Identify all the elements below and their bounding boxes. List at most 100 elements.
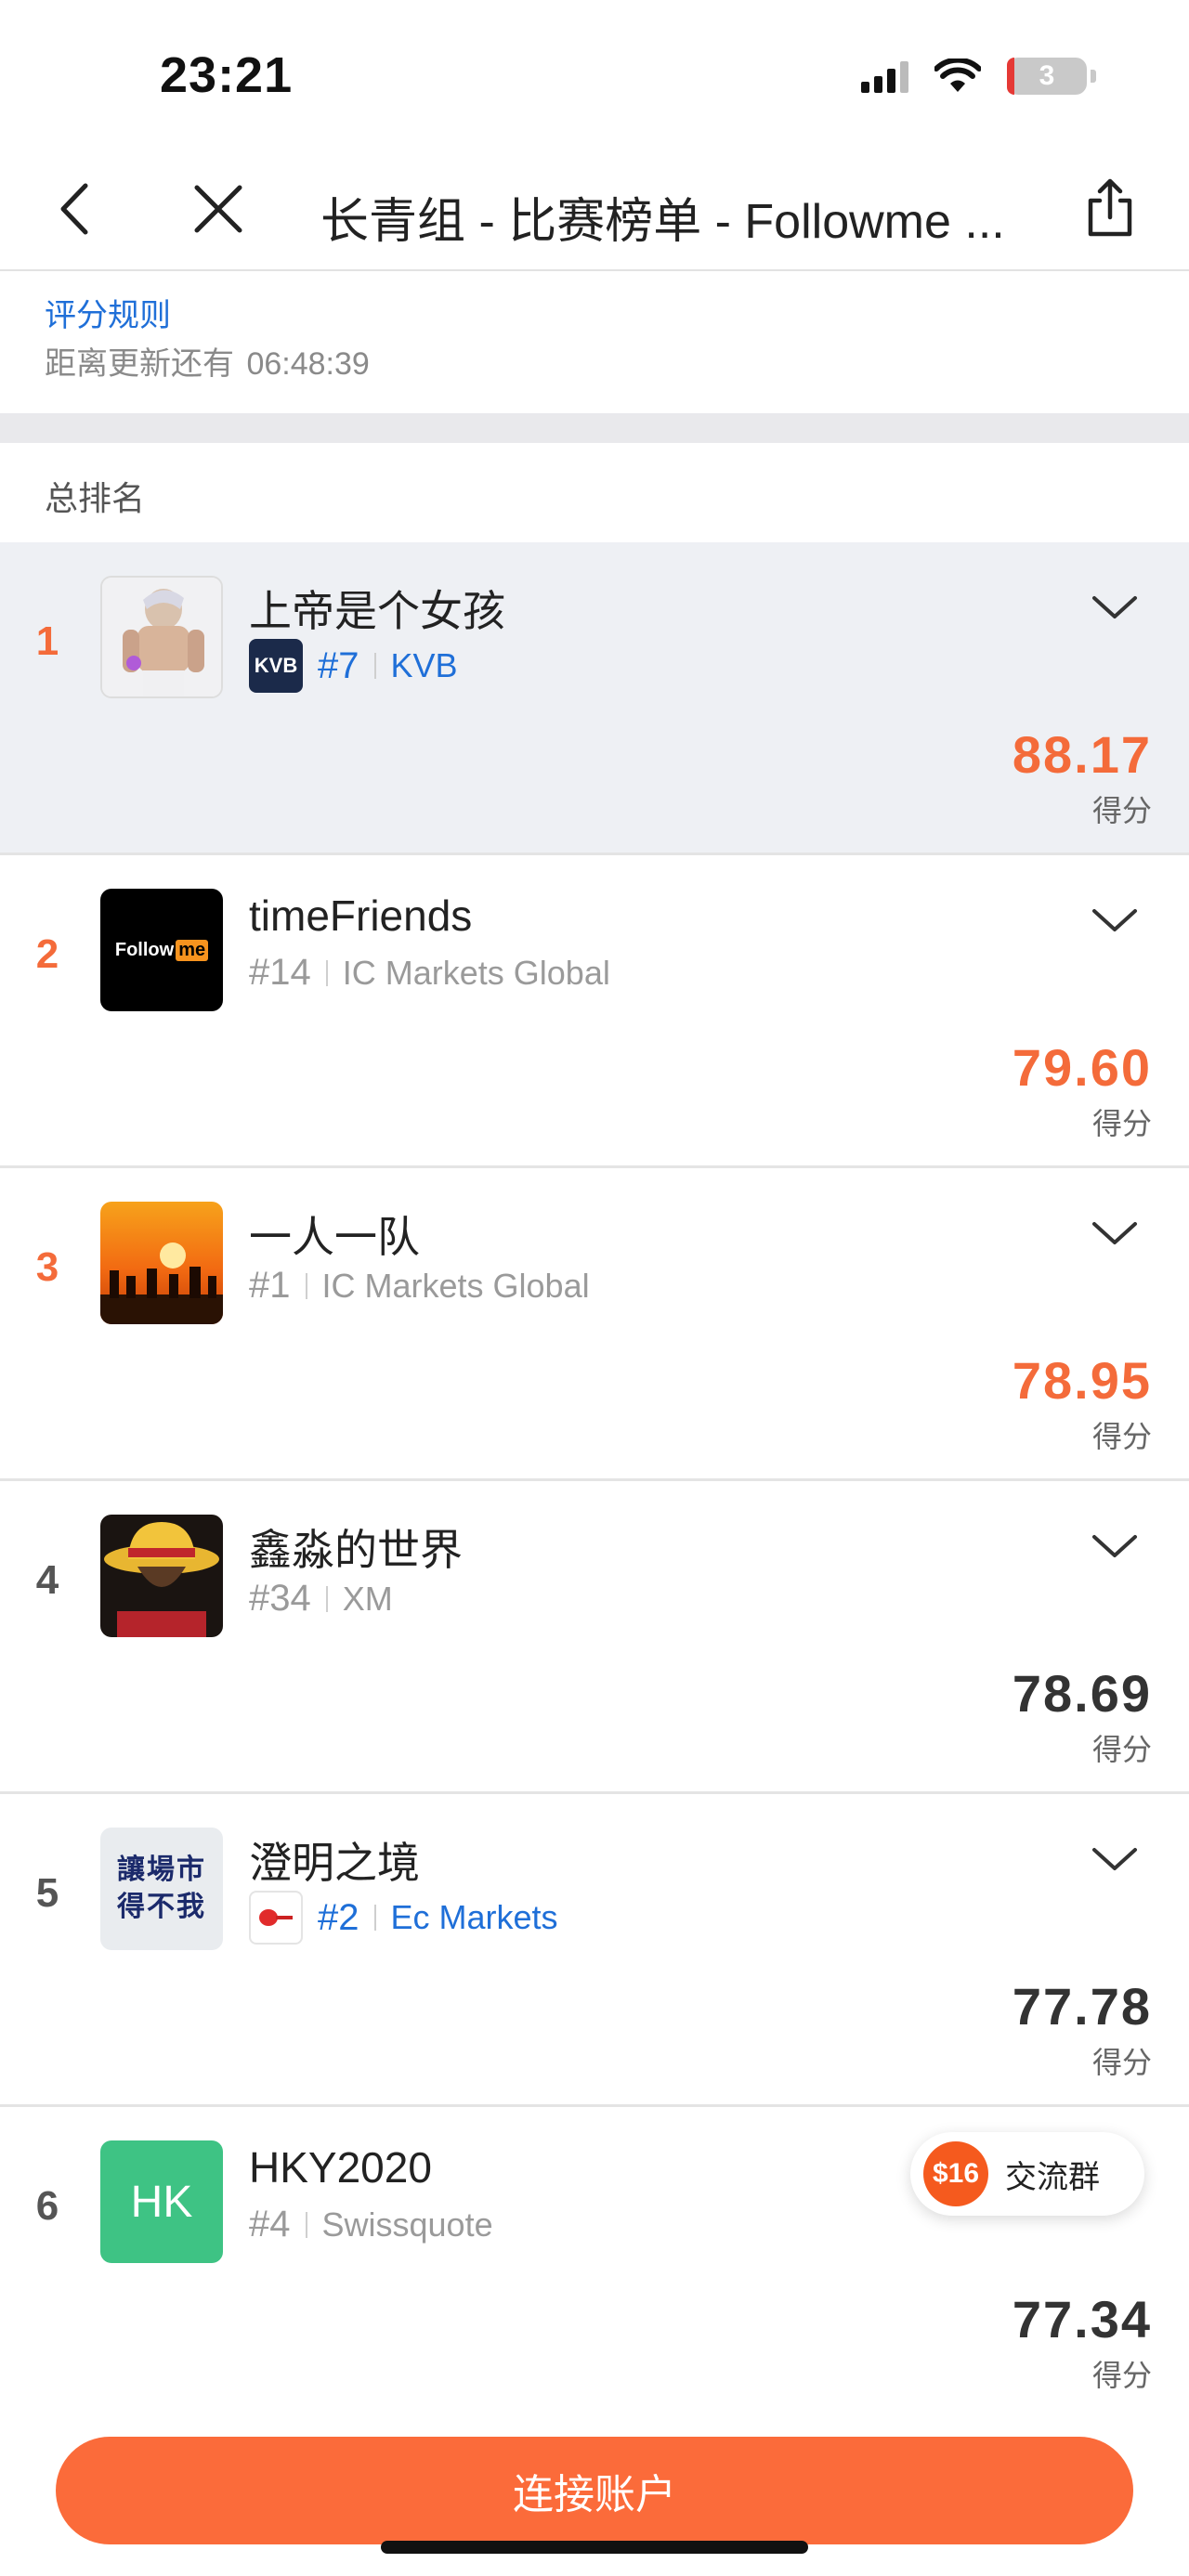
broker-name: IC Markets Global (342, 953, 610, 992)
broker-name[interactable]: KVB (391, 646, 458, 685)
broker-name: Swissquote (321, 2205, 493, 2244)
trader-meta: #34 XM (249, 1578, 393, 1620)
broker-logo (249, 1891, 303, 1945)
chat-group-label: 交流群 (1005, 2159, 1100, 2195)
chat-group-button[interactable]: $16 交流群 (910, 2132, 1144, 2216)
rank-number: 4 (35, 1557, 59, 1603)
trader-name: HKY2020 (249, 2143, 432, 2192)
trader-name: 上帝是个女孩 (249, 587, 505, 635)
account-number: #1 (249, 1265, 291, 1306)
info-section: 评分规则 距离更新还有 06:48:39 (0, 271, 1189, 410)
trader-name: 鑫淼的世界 (249, 1526, 463, 1574)
score-value: 77.34 (1012, 2290, 1152, 2348)
score-value: 79.60 (1012, 1038, 1152, 1097)
score-label: 得分 (1091, 1420, 1152, 1453)
trader-meta: #14 IC Markets Global (249, 952, 610, 994)
scoring-rules-link[interactable]: 评分规则 (45, 290, 171, 335)
avatar[interactable] (100, 576, 223, 698)
ranking-row[interactable]: 5 讓場市 得不我 澄明之境 #2 Ec Markets 77.78 得分 (0, 1794, 1189, 2107)
trader-meta: #2 Ec Markets (249, 1891, 558, 1945)
close-icon[interactable] (186, 176, 251, 241)
rank-number: 1 (35, 618, 59, 664)
score-label: 得分 (1091, 1733, 1152, 1766)
share-icon[interactable] (1078, 176, 1143, 241)
status-time: 23:21 (160, 47, 294, 103)
account-number: #2 (318, 1896, 359, 1938)
signal-icon (861, 59, 908, 93)
trader-meta: KVB #7 KVB (249, 639, 458, 693)
account-number: #4 (249, 2204, 291, 2244)
home-indicator (381, 2541, 808, 2554)
score-value: 77.78 (1012, 1977, 1152, 2036)
status-icons: 3 (861, 58, 1096, 95)
avatar[interactable] (100, 1515, 223, 1637)
score-label: 得分 (1091, 794, 1152, 827)
account-number: #14 (249, 952, 311, 993)
rank-number: 5 (35, 1870, 59, 1916)
battery-level: 3 (1039, 60, 1055, 91)
avatar[interactable] (100, 1202, 223, 1324)
section-title: 总排名 (45, 479, 146, 517)
chat-group-badge: $16 (923, 2141, 988, 2206)
avatar[interactable]: HK (100, 2140, 223, 2263)
countdown-label: 距离更新还有 (45, 346, 234, 382)
ranking-row[interactable]: 3 一人一队 #1 IC Markets Global 78.95 得分 (0, 1168, 1189, 1481)
section-divider (0, 413, 1189, 443)
broker-name: IC Markets Global (321, 1266, 590, 1305)
connect-account-button[interactable]: 连接账户 (56, 2437, 1133, 2544)
separator (305, 2211, 307, 2238)
update-countdown: 距离更新还有 06:48:39 (45, 338, 370, 384)
trader-name: 澄明之境 (249, 1839, 420, 1887)
chevron-down-icon[interactable] (1087, 892, 1143, 948)
status-bar: 23:21 3 (0, 0, 1189, 149)
account-number: #7 (318, 644, 359, 686)
separator (325, 1585, 328, 1612)
rank-number: 6 (35, 2183, 59, 2229)
trader-meta: #4 Swissquote (249, 2204, 493, 2245)
avatar-image (100, 1202, 223, 1324)
countdown-value: 06:48:39 (246, 346, 370, 382)
score-label: 得分 (1091, 1107, 1152, 1140)
back-icon[interactable] (46, 176, 111, 241)
separator (373, 653, 376, 679)
chevron-down-icon[interactable] (1087, 1205, 1143, 1261)
ec-markets-logo-icon (259, 1909, 293, 1926)
separator (325, 959, 328, 986)
ranking-row[interactable]: 4 鑫淼的世界 #34 XM 78.69 得分 (0, 1481, 1189, 1794)
score-value: 78.69 (1012, 1664, 1152, 1723)
avatar-calligraphy: 讓場市 得不我 (117, 1854, 206, 1923)
broker-logo-text: KVB (254, 654, 298, 677)
avatar[interactable]: Follow me (100, 889, 223, 1011)
battery-icon: 3 (1007, 58, 1096, 95)
rank-number: 2 (35, 931, 59, 977)
trader-name: 一人一队 (249, 1213, 420, 1261)
chevron-down-icon[interactable] (1087, 1831, 1143, 1887)
trader-name: timeFriends (249, 891, 473, 940)
avatar-logo-part: Follow (114, 939, 175, 960)
broker-logo: KVB (249, 639, 303, 693)
avatar[interactable]: 讓場市 得不我 (100, 1828, 223, 1950)
ranking-row[interactable]: 2 Follow me timeFriends #14 IC Markets G… (0, 855, 1189, 1168)
avatar-image (102, 578, 221, 696)
avatar-image (100, 1515, 223, 1637)
broker-name[interactable]: Ec Markets (391, 1898, 558, 1937)
avatar-logo-text: Follow me (114, 939, 209, 961)
chevron-down-icon[interactable] (1087, 1518, 1143, 1574)
score-label: 得分 (1091, 2359, 1152, 2392)
separator (305, 1272, 307, 1299)
score-value: 88.17 (1012, 725, 1152, 784)
account-number: #34 (249, 1578, 311, 1619)
broker-name: XM (342, 1579, 393, 1618)
trader-meta: #1 IC Markets Global (249, 1265, 590, 1307)
nav-bar: 长青组 - 比赛榜单 - Followme ... (0, 149, 1189, 271)
separator (373, 1905, 376, 1931)
avatar-initials: HK (130, 2177, 193, 2227)
score-label: 得分 (1091, 2046, 1152, 2079)
ranking-row[interactable]: 1 上帝是个女孩 KVB #7 KVB 88.17 得分 (0, 542, 1189, 855)
score-value: 78.95 (1012, 1351, 1152, 1410)
page-title: 长青组 - 比赛榜单 - Followme ... (320, 195, 1005, 249)
avatar-logo-highlight: me (176, 939, 209, 961)
chevron-down-icon[interactable] (1087, 579, 1143, 635)
wifi-icon (934, 59, 981, 92)
rank-number: 3 (35, 1244, 59, 1290)
